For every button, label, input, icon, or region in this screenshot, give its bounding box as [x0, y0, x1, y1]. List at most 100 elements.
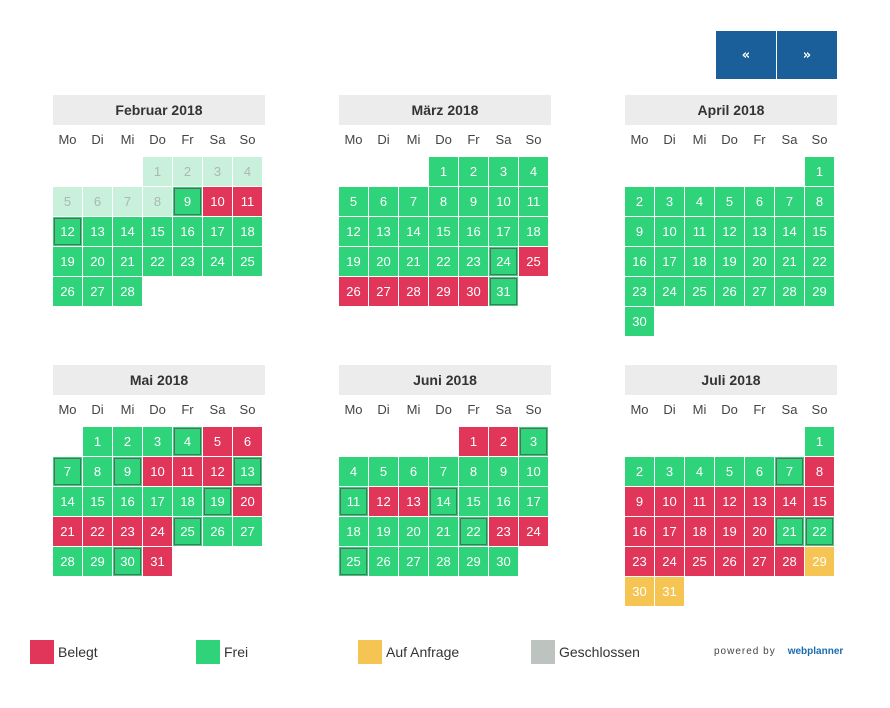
- day-cell-free[interactable]: 14: [399, 217, 428, 246]
- day-cell-free[interactable]: 19: [369, 517, 398, 546]
- day-cell-free[interactable]: 1: [805, 427, 834, 456]
- day-cell-free[interactable]: 6: [745, 457, 774, 486]
- day-cell-free[interactable]: 21: [113, 247, 142, 276]
- day-cell-free[interactable]: 18: [339, 517, 368, 546]
- day-cell-free[interactable]: 15: [459, 487, 488, 516]
- day-cell-free[interactable]: 22: [143, 247, 172, 276]
- day-cell-free[interactable]: 17: [655, 247, 684, 276]
- day-cell-free[interactable]: 3: [655, 187, 684, 216]
- day-cell-request[interactable]: 29: [805, 547, 834, 576]
- day-cell-free[interactable]: 25: [233, 247, 262, 276]
- day-cell-booked[interactable]: 12: [203, 457, 232, 486]
- day-cell-free[interactable]: 18: [233, 217, 262, 246]
- day-cell-free[interactable]: 4: [685, 187, 714, 216]
- day-cell-free[interactable]: 19: [715, 247, 744, 276]
- day-cell-booked[interactable]: 16: [625, 517, 654, 546]
- day-cell-free[interactable]: 20: [399, 517, 428, 546]
- day-cell-free[interactable]: 16: [489, 487, 518, 516]
- day-cell-free[interactable]: 10: [519, 457, 548, 486]
- day-cell-booked[interactable]: 27: [369, 277, 398, 306]
- day-cell-free[interactable]: 28: [113, 277, 142, 306]
- day-cell-free[interactable]: 15: [83, 487, 112, 516]
- day-cell-free[interactable]: 8: [429, 187, 458, 216]
- day-cell-booked[interactable]: 19: [715, 517, 744, 546]
- day-cell-free[interactable]: 13: [83, 217, 112, 246]
- day-cell-free[interactable]: 7: [53, 457, 82, 486]
- day-cell-free[interactable]: 29: [459, 547, 488, 576]
- day-cell-free[interactable]: 2: [113, 427, 142, 456]
- day-cell-free[interactable]: 17: [519, 487, 548, 516]
- day-cell-request[interactable]: 30: [625, 577, 654, 606]
- day-cell-free[interactable]: 1: [429, 157, 458, 186]
- day-cell-booked[interactable]: 25: [519, 247, 548, 276]
- day-cell-free[interactable]: 7: [399, 187, 428, 216]
- day-cell-booked[interactable]: 5: [203, 427, 232, 456]
- day-cell-booked[interactable]: 10: [203, 187, 232, 216]
- day-cell-booked[interactable]: 13: [745, 487, 774, 516]
- day-cell-free[interactable]: 16: [459, 217, 488, 246]
- day-cell-free[interactable]: 22: [805, 517, 834, 546]
- day-cell-free[interactable]: 18: [685, 247, 714, 276]
- day-cell-booked[interactable]: 9: [625, 487, 654, 516]
- day-cell-free[interactable]: 9: [459, 187, 488, 216]
- day-cell-free[interactable]: 23: [625, 277, 654, 306]
- day-cell-free[interactable]: 12: [53, 217, 82, 246]
- day-cell-free[interactable]: 8: [459, 457, 488, 486]
- day-cell-free[interactable]: 17: [143, 487, 172, 516]
- day-cell-free[interactable]: 26: [203, 517, 232, 546]
- day-cell-free[interactable]: 23: [459, 247, 488, 276]
- day-cell-booked[interactable]: 20: [745, 517, 774, 546]
- day-cell-free[interactable]: 2: [625, 187, 654, 216]
- day-cell-free[interactable]: 27: [233, 517, 262, 546]
- day-cell-free[interactable]: 19: [203, 487, 232, 516]
- day-cell-free[interactable]: 14: [429, 487, 458, 516]
- day-cell-free[interactable]: 27: [745, 277, 774, 306]
- day-cell-free[interactable]: 28: [53, 547, 82, 576]
- day-cell-free[interactable]: 4: [685, 457, 714, 486]
- day-cell-free[interactable]: 7: [775, 187, 804, 216]
- day-cell-free[interactable]: 8: [805, 187, 834, 216]
- day-cell-free[interactable]: 6: [369, 187, 398, 216]
- day-cell-booked[interactable]: 23: [113, 517, 142, 546]
- day-cell-free[interactable]: 28: [429, 547, 458, 576]
- day-cell-free[interactable]: 14: [775, 217, 804, 246]
- day-cell-free[interactable]: 27: [399, 547, 428, 576]
- day-cell-free[interactable]: 21: [429, 517, 458, 546]
- day-cell-free[interactable]: 2: [625, 457, 654, 486]
- day-cell-free[interactable]: 20: [369, 247, 398, 276]
- day-cell-booked[interactable]: 24: [519, 517, 548, 546]
- day-cell-free[interactable]: 1: [83, 427, 112, 456]
- day-cell-free[interactable]: 18: [173, 487, 202, 516]
- day-cell-free[interactable]: 4: [519, 157, 548, 186]
- day-cell-free[interactable]: 3: [655, 457, 684, 486]
- day-cell-free[interactable]: 21: [775, 247, 804, 276]
- day-cell-free[interactable]: 13: [369, 217, 398, 246]
- day-cell-free[interactable]: 22: [459, 517, 488, 546]
- day-cell-free[interactable]: 29: [805, 277, 834, 306]
- day-cell-booked[interactable]: 25: [685, 547, 714, 576]
- day-cell-free[interactable]: 5: [339, 187, 368, 216]
- day-cell-booked[interactable]: 2: [489, 427, 518, 456]
- day-cell-booked[interactable]: 23: [625, 547, 654, 576]
- day-cell-free[interactable]: 22: [805, 247, 834, 276]
- day-cell-free[interactable]: 25: [685, 277, 714, 306]
- day-cell-free[interactable]: 9: [489, 457, 518, 486]
- day-cell-free[interactable]: 26: [53, 277, 82, 306]
- day-cell-booked[interactable]: 18: [685, 517, 714, 546]
- day-cell-free[interactable]: 26: [369, 547, 398, 576]
- day-cell-booked[interactable]: 11: [685, 487, 714, 516]
- day-cell-free[interactable]: 19: [339, 247, 368, 276]
- day-cell-free[interactable]: 1: [805, 157, 834, 186]
- day-cell-free[interactable]: 7: [775, 457, 804, 486]
- day-cell-free[interactable]: 16: [173, 217, 202, 246]
- day-cell-free[interactable]: 31: [489, 277, 518, 306]
- day-cell-free[interactable]: 16: [625, 247, 654, 276]
- day-cell-free[interactable]: 14: [113, 217, 142, 246]
- day-cell-booked[interactable]: 17: [655, 517, 684, 546]
- day-cell-free[interactable]: 10: [489, 187, 518, 216]
- previous-months-button[interactable]: «: [716, 31, 776, 79]
- day-cell-free[interactable]: 24: [489, 247, 518, 276]
- day-cell-booked[interactable]: 10: [143, 457, 172, 486]
- day-cell-free[interactable]: 6: [399, 457, 428, 486]
- day-cell-free[interactable]: 6: [745, 187, 774, 216]
